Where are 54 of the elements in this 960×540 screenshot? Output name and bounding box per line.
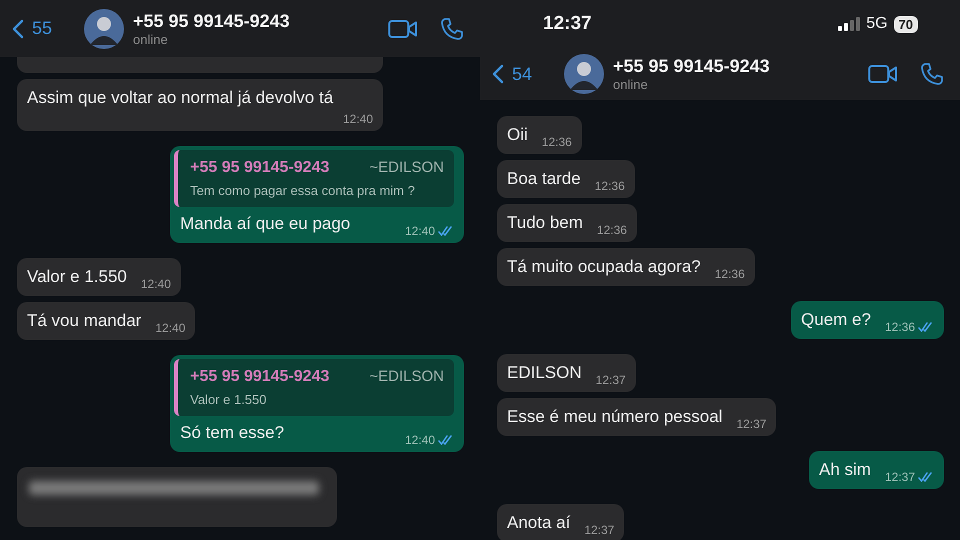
contact-status: online	[613, 77, 649, 92]
message-text: Boa tarde	[507, 168, 581, 190]
video-call-icon[interactable]	[868, 64, 898, 84]
message-time: 12:37	[736, 417, 766, 431]
message-time: 12:36	[714, 267, 745, 281]
message-time: 12:37	[596, 373, 626, 387]
chevron-left-icon	[492, 64, 504, 84]
message-text: Assim que voltar ao normal já devolvo tá	[27, 87, 334, 109]
battery-indicator: 70	[894, 16, 918, 32]
phone-icon[interactable]	[920, 62, 944, 86]
message-text: Tudo bem	[507, 212, 583, 234]
message-time: 12:40	[155, 321, 186, 335]
signal-icon	[838, 17, 860, 31]
message-time: 12:37	[584, 523, 614, 537]
network-label: 5G	[866, 15, 888, 33]
message-text: Valor e 1.550	[27, 266, 127, 288]
contact-name[interactable]: +55 95 99145-9243	[613, 56, 868, 77]
message-time: 12:36	[884, 320, 915, 334]
avatar[interactable]	[84, 8, 124, 48]
message-time: 12:36	[542, 135, 572, 149]
message-time: 12:36	[594, 179, 625, 193]
status-time: 12:37	[543, 13, 592, 35]
message-time: 12:40	[342, 112, 373, 126]
quote-author: +55 95 99145-9243	[190, 368, 330, 386]
contact-status: online	[133, 32, 169, 46]
chevron-left-icon	[12, 18, 24, 38]
quote-author: +55 95 99145-9243	[190, 159, 330, 177]
message-text: Só tem esse?	[180, 422, 284, 444]
quote-tag: ~EDILSON	[369, 159, 444, 177]
message-text: Esse é meu número pessoal	[507, 406, 722, 428]
message-text: Manda aí que eu pago	[180, 213, 350, 235]
quote-tag: ~EDILSON	[369, 368, 444, 386]
avatar[interactable]	[564, 54, 604, 94]
message-text: Tá muito ocupada agora?	[507, 256, 701, 278]
back-button[interactable]: 55	[12, 18, 84, 39]
message-time: 12:40	[404, 433, 435, 447]
message-time: 12:40	[140, 277, 171, 291]
message-text: Ah sim	[819, 459, 871, 481]
back-button[interactable]: 54	[492, 64, 564, 84]
message-time: 12:36	[596, 223, 627, 237]
phone-icon[interactable]	[440, 16, 464, 40]
message-text: Anota aí	[507, 512, 570, 534]
quote-text: Tem como pagar essa conta pra mim ?	[190, 183, 416, 198]
quoted-message[interactable]: +55 95 99145-9243 ~EDILSON Tem como pagar essa conta pra mim ?	[174, 150, 454, 207]
quoted-message[interactable]: +55 95 99145-9243 ~EDILSON Valor e 1.550	[174, 359, 454, 416]
quote-text: Valor e 1.550	[190, 392, 268, 407]
message-time: 12:37	[884, 470, 915, 484]
video-call-icon[interactable]	[388, 18, 418, 38]
contact-name[interactable]: +55 95 99145-9243	[133, 10, 388, 32]
message-time: 12:40	[404, 224, 435, 238]
message-text: Quem e?	[801, 309, 871, 331]
message-text: Oii	[507, 124, 528, 146]
message-text: Tá vou mandar	[27, 310, 142, 332]
message-text: EDILSON	[507, 362, 582, 384]
